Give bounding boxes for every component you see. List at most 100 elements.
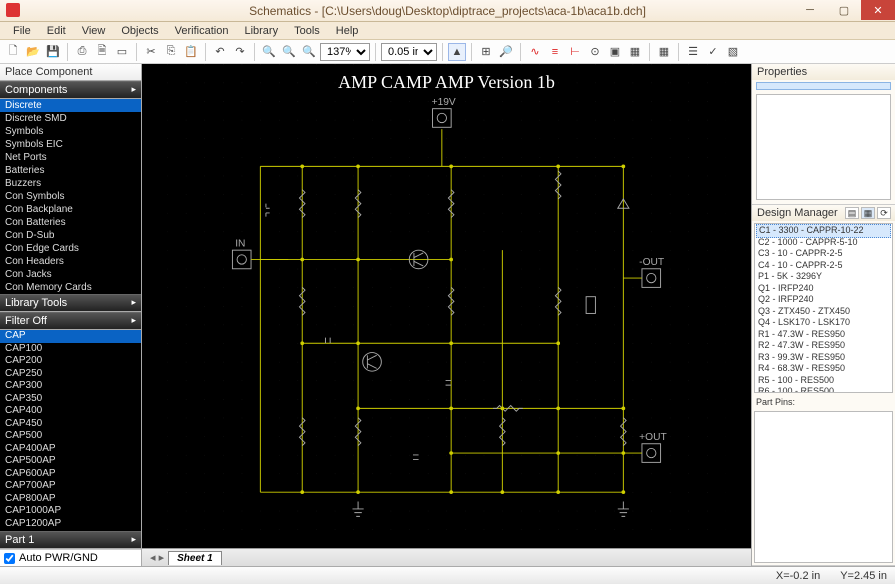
part-item[interactable]: CAP600AP: [0, 468, 141, 481]
zoom-select[interactable]: 137%: [320, 43, 370, 61]
schematic-canvas[interactable]: +19V IN -OUT +OUT: [142, 64, 751, 548]
part-list[interactable]: CAPCAP100CAP200CAP250CAP300CAP350CAP400C…: [0, 330, 141, 531]
part-item[interactable]: CAP1000AP: [0, 505, 141, 518]
zoom-out-icon[interactable]: 🔍: [280, 43, 298, 61]
paste-icon[interactable]: 📋: [182, 43, 200, 61]
auto-pwr-gnd-checkbox[interactable]: Auto PWR/GND: [0, 549, 141, 566]
library-item[interactable]: Discrete SMD: [0, 112, 141, 125]
part-item[interactable]: CAP800AP: [0, 493, 141, 506]
library-item[interactable]: Con Batteries: [0, 216, 141, 229]
layers-icon[interactable]: ☰: [684, 43, 702, 61]
bus-icon[interactable]: ≡: [546, 43, 564, 61]
filter-off-header[interactable]: Filter Off: [0, 312, 141, 330]
part-item[interactable]: CAP100: [0, 343, 141, 356]
part-item[interactable]: CAP400AP: [0, 443, 141, 456]
dm-parts-icon[interactable]: ▤: [845, 207, 859, 219]
part-item[interactable]: CAP700AP: [0, 480, 141, 493]
page-icon[interactable]: ▣: [606, 43, 624, 61]
design-item[interactable]: R5 - 100 - RES500: [756, 375, 891, 387]
menu-library[interactable]: Library: [237, 24, 285, 38]
netport-icon[interactable]: ⊙: [586, 43, 604, 61]
design-item[interactable]: C1 - 3300 - CAPPR-10-22: [756, 224, 891, 238]
pcb-icon[interactable]: ▧: [724, 43, 742, 61]
design-item[interactable]: P1 - 5K - 3296Y: [756, 271, 891, 283]
design-item[interactable]: Q3 - ZTX450 - ZTX450: [756, 306, 891, 318]
part-item[interactable]: CAP300: [0, 380, 141, 393]
design-item[interactable]: Q2 - IRFP240: [756, 294, 891, 306]
library-item[interactable]: Con Jacks: [0, 268, 141, 281]
part-item[interactable]: CAP200: [0, 355, 141, 368]
arrow-tool-icon[interactable]: ▲: [448, 43, 466, 61]
library-item[interactable]: Net Ports: [0, 151, 141, 164]
redo-icon[interactable]: ↷: [231, 43, 249, 61]
design-item[interactable]: R1 - 47.3W - RES950: [756, 329, 891, 341]
design-manager-header[interactable]: Design Manager ▤ ▦ ⟳: [752, 205, 895, 221]
part-item[interactable]: CAP350: [0, 393, 141, 406]
design-item[interactable]: C2 - 1000 - CAPPR-5-10: [756, 237, 891, 249]
library-item[interactable]: Con D-Sub: [0, 229, 141, 242]
library-item[interactable]: Con Backplane: [0, 203, 141, 216]
part-item[interactable]: CAP500: [0, 430, 141, 443]
part-1-header[interactable]: Part 1: [0, 531, 141, 549]
maximize-button[interactable]: ▢: [827, 0, 861, 20]
dm-nets-icon[interactable]: ▦: [861, 207, 875, 219]
part-item[interactable]: CAP450: [0, 418, 141, 431]
library-item[interactable]: Buzzers: [0, 177, 141, 190]
place-component-header[interactable]: Place Component: [0, 64, 141, 81]
design-item[interactable]: C4 - 10 - CAPPR-2-5: [756, 260, 891, 272]
grid-icon[interactable]: ⊞: [477, 43, 495, 61]
library-item[interactable]: Symbols: [0, 125, 141, 138]
properties-header[interactable]: Properties: [752, 64, 895, 80]
menu-view[interactable]: View: [75, 24, 113, 38]
busconn-icon[interactable]: ⊢: [566, 43, 584, 61]
find-icon[interactable]: 🔎: [497, 43, 515, 61]
minimize-button[interactable]: ─: [793, 0, 827, 20]
cut-icon[interactable]: ✂: [142, 43, 160, 61]
part-item[interactable]: CAP500AP: [0, 455, 141, 468]
dm-refresh-icon[interactable]: ⟳: [877, 207, 891, 219]
part-item[interactable]: CAP: [0, 330, 141, 343]
library-item[interactable]: Con Headers: [0, 255, 141, 268]
part-item[interactable]: CAP400: [0, 405, 141, 418]
close-button[interactable]: ✕: [861, 0, 895, 20]
design-manager-list[interactable]: C1 - 3300 - CAPPR-10-22C2 - 1000 - CAPPR…: [754, 223, 893, 393]
menu-file[interactable]: File: [6, 24, 38, 38]
canvas-area[interactable]: +19V IN -OUT +OUT AMP CAMP AMP Version 1…: [142, 64, 751, 566]
undo-icon[interactable]: ↶: [211, 43, 229, 61]
library-item[interactable]: Symbols EIC: [0, 138, 141, 151]
library-item[interactable]: Con Symbols: [0, 190, 141, 203]
menu-help[interactable]: Help: [329, 24, 366, 38]
design-item[interactable]: Q1 - IRFP240: [756, 283, 891, 295]
design-item[interactable]: R3 - 99.3W - RES950: [756, 352, 891, 364]
open-icon[interactable]: 📂: [24, 43, 42, 61]
component-library-list[interactable]: DiscreteDiscrete SMDSymbolsSymbols EICNe…: [0, 99, 141, 294]
library-item[interactable]: Discrete: [0, 99, 141, 112]
components-header[interactable]: Components: [0, 81, 141, 99]
zoom-window-icon[interactable]: 🔍: [300, 43, 318, 61]
library-tools-header[interactable]: Library Tools: [0, 294, 141, 312]
design-item[interactable]: C3 - 10 - CAPPR-2-5: [756, 248, 891, 260]
copy-icon[interactable]: ⎘: [162, 43, 180, 61]
menu-edit[interactable]: Edit: [40, 24, 73, 38]
preview-icon[interactable]: 🗎: [93, 43, 111, 61]
grid-select[interactable]: 0.05 in: [381, 43, 437, 61]
part-item[interactable]: CAP1200AP: [0, 518, 141, 531]
save-icon[interactable]: 💾: [44, 43, 62, 61]
erc-icon[interactable]: ✓: [704, 43, 722, 61]
titles-icon[interactable]: ▭: [113, 43, 131, 61]
menu-objects[interactable]: Objects: [114, 24, 165, 38]
part-item[interactable]: CAP250: [0, 368, 141, 381]
new-icon[interactable]: 🗋: [4, 43, 22, 61]
library-item[interactable]: Batteries: [0, 164, 141, 177]
zoom-in-icon[interactable]: 🔍: [260, 43, 278, 61]
wire-icon[interactable]: ∿: [526, 43, 544, 61]
design-item[interactable]: R6 - 100 - RES500: [756, 386, 891, 393]
design-item[interactable]: R2 - 47.3W - RES950: [756, 340, 891, 352]
sheet-tab-1[interactable]: Sheet 1: [168, 551, 222, 565]
library-item[interactable]: Con Edge Cards: [0, 242, 141, 255]
menu-tools[interactable]: Tools: [287, 24, 327, 38]
table-icon[interactable]: ▦: [655, 43, 673, 61]
hier-icon[interactable]: ▦: [626, 43, 644, 61]
library-item[interactable]: Con Memory Cards: [0, 281, 141, 294]
print-icon[interactable]: ⎙: [73, 43, 91, 61]
